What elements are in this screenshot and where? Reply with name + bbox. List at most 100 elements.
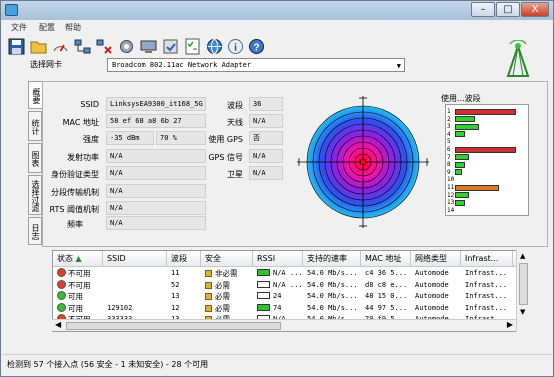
table-cell-band: 11 <box>171 269 180 277</box>
lock-icon <box>205 304 212 312</box>
table-cell-type: Automode <box>415 280 449 289</box>
mac-label: MAC 地址 <box>62 118 99 127</box>
scroll-right-icon[interactable]: ▶ <box>507 320 513 329</box>
adapter-select[interactable]: Broadcom 802.11ac Network Adapter ▼ <box>107 58 405 72</box>
menu-config[interactable]: 配置 <box>39 22 55 33</box>
channel-number: 5 <box>447 138 451 146</box>
tab-filter[interactable]: 选择过滤 <box>28 175 42 215</box>
table-cell-band: 12 <box>171 303 180 312</box>
channel-number: 8 <box>447 161 451 169</box>
column-header[interactable]: SSID <box>103 251 167 267</box>
tx-power-label: 发射功率 <box>67 153 99 162</box>
info-icon[interactable]: i <box>227 38 244 55</box>
column-header[interactable]: MAC 地址 <box>361 251 411 267</box>
column-header[interactable]: RSSI <box>253 251 303 267</box>
tab-summary[interactable]: 概要 <box>28 81 42 109</box>
adapter-select-value: Broadcom 802.11ac Network Adapter <box>112 61 252 69</box>
channel-number: 14 <box>447 206 455 214</box>
ssid-value: LinksysEA9300_it168_5G <box>106 97 206 111</box>
auth-value: N/A <box>106 166 206 180</box>
save-icon[interactable] <box>8 38 25 55</box>
app-icon <box>5 4 18 16</box>
table-row[interactable]: 可用 129102 12 必需 74 54.0 Mb/s... 44 97 5... Auto… <box>53 302 529 314</box>
horizontal-scroll-thumb[interactable] <box>66 322 281 330</box>
channel-usage-bar <box>455 192 469 199</box>
table-row[interactable]: 不可用 52 必需 N/A ... 54.0 Mb/s... d8 c8 e... Auto… <box>53 279 529 291</box>
channel-usage-bar <box>455 123 479 130</box>
channel-usage-bar <box>455 154 469 161</box>
column-header[interactable]: Infrast... <box>461 251 513 267</box>
strength-label: 强度 <box>83 135 99 144</box>
app-window: – □ X 文件 配置 帮助 i ? 选择网卡 Broadcom 802.11a… <box>0 0 554 377</box>
scroll-down-icon[interactable]: ▼ <box>520 308 525 316</box>
table-cell-rate: 54.0 Mb/s... <box>307 269 358 277</box>
table-cell-security: 必需 <box>205 303 255 314</box>
gps-signal-value: N/A <box>249 149 283 163</box>
channel-usage-bar <box>455 146 516 153</box>
close-button[interactable]: X <box>521 2 549 17</box>
table-cell-security: 非必需 <box>205 268 255 279</box>
checklist-icon[interactable] <box>184 38 201 55</box>
channel-usage-bar <box>455 199 465 206</box>
table-cell-mac: 48 15 0... <box>365 292 408 300</box>
channel-number: 2 <box>447 115 451 123</box>
antenna-value: N/A <box>249 114 283 128</box>
column-header[interactable]: 波段 <box>167 251 201 267</box>
status-text: 可用 <box>68 303 83 313</box>
table-cell-rate: 54.0 Mb/s... <box>307 303 358 312</box>
table-cell-ssid: 129102 <box>107 303 133 312</box>
channel-usage-bar <box>455 161 465 168</box>
column-header-label: 状态 <box>57 254 73 263</box>
strength-percent: 70 % <box>156 131 206 145</box>
adapter-label: 选择网卡 <box>30 60 62 69</box>
column-header-label: RSSI <box>257 254 276 263</box>
minimize-button[interactable]: – <box>471 2 495 17</box>
signal-bar-icon <box>257 269 270 276</box>
channel-number: 6 <box>447 146 451 153</box>
speed-meter-icon[interactable] <box>52 38 69 55</box>
column-header-label: 支持的速率 <box>307 254 347 263</box>
frequency-value: N/A <box>106 216 206 230</box>
menu-help[interactable]: 帮助 <box>65 22 81 33</box>
channel-number: 12 <box>447 191 455 199</box>
channel-number: 10 <box>447 176 455 184</box>
export-icon[interactable] <box>162 38 179 55</box>
lock-icon <box>205 293 212 300</box>
security-text: 必需 <box>215 292 230 301</box>
scroll-up-icon[interactable]: ▲ <box>520 252 525 260</box>
band-value: 36 <box>249 97 283 111</box>
table-cell-infra: Infrast... <box>465 303 508 312</box>
column-header[interactable]: 网络类型 <box>411 251 461 267</box>
scroll-left-icon[interactable]: ◀ <box>55 320 61 329</box>
tools-icon[interactable] <box>118 38 135 55</box>
disconnect-icon[interactable] <box>96 38 113 55</box>
open-folder-icon[interactable] <box>30 38 47 55</box>
help-icon[interactable]: ? <box>248 38 265 55</box>
table-row[interactable]: 可用 13 必需 24 54.0 Mb/s... 48 15 0... Automode In… <box>53 291 529 302</box>
column-header[interactable]: 支持的速率 <box>303 251 361 267</box>
network-icon[interactable] <box>74 38 91 55</box>
table-cell-ssid <box>107 280 167 291</box>
column-header[interactable]: 状态 ▲ <box>53 251 103 267</box>
sort-ascending-icon: ▲ <box>73 254 82 263</box>
channel-usage-bar <box>455 108 516 115</box>
tab-statistics[interactable]: 统计 <box>28 111 42 141</box>
auth-label: 身份验证类型 <box>51 170 99 179</box>
column-header[interactable]: 安全 <box>201 251 253 267</box>
tab-log[interactable]: 日志 <box>28 217 42 245</box>
menu-file[interactable]: 文件 <box>11 22 27 33</box>
rts-value: N/A <box>106 201 206 215</box>
maximize-button[interactable]: □ <box>496 2 520 17</box>
mac-value: 58 ef 68 a8 6b 27 <box>106 114 206 128</box>
vertical-scroll-thumb[interactable] <box>519 263 528 305</box>
globe-icon[interactable] <box>206 38 223 55</box>
horizontal-scrollbar[interactable]: ◀ ▶ <box>52 319 516 331</box>
column-header-label: 波段 <box>171 254 187 263</box>
tab-chart[interactable]: 图表 <box>28 143 42 173</box>
title-bar[interactable]: – □ X <box>1 1 553 20</box>
table-row[interactable]: 不可用 11 非必需 N/A ... 54.0 Mb/s... c4 36 5... Aut… <box>53 268 529 279</box>
vertical-scrollbar[interactable]: ▲ ▼ <box>516 250 530 332</box>
computer-icon[interactable] <box>140 38 157 55</box>
rssi-text: N/A ... <box>273 280 303 289</box>
frag-value: N/A <box>106 184 206 198</box>
